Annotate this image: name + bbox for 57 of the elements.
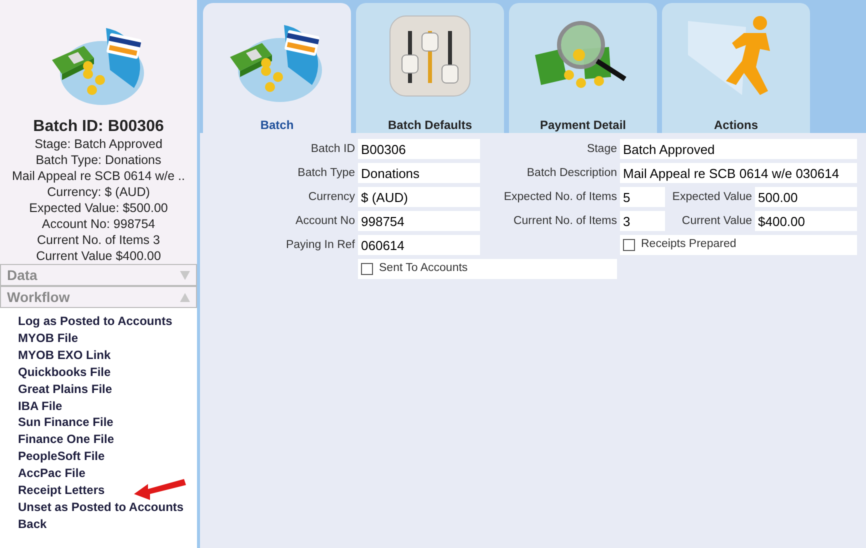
workflow-link[interactable]: MYOB File [18, 330, 78, 345]
field-label: Currency [307, 190, 355, 205]
checkbox-field[interactable]: Receipts Prepared [620, 235, 857, 255]
input-field[interactable]: 998754 [358, 211, 480, 231]
workflow-link[interactable]: IBA File [18, 398, 62, 413]
tab[interactable]: Batch Defaults [356, 3, 504, 133]
input-field[interactable]: B00306 [358, 139, 480, 159]
workflow-link[interactable]: PeopleSoft File [18, 449, 105, 464]
field-label: Expected No. of Items [502, 190, 617, 205]
summary-line: Currency: $ (AUD) [46, 184, 151, 200]
input-field[interactable]: $ (AUD) [358, 187, 480, 207]
input-field[interactable]: $400.00 [755, 211, 857, 231]
field-label: Stage [586, 142, 617, 157]
checkbox-label: Receipts Prepared [641, 237, 736, 252]
workflow-link[interactable]: Log as Posted to Accounts [18, 314, 172, 328]
tab[interactable]: Actions [662, 3, 810, 133]
field-label: Current Value [680, 214, 752, 229]
workflow-link[interactable]: Receipt Letters [18, 483, 105, 498]
workflow-link[interactable]: Great Plains File [18, 382, 112, 396]
tab[interactable]: Batch [203, 3, 351, 133]
workflow-link[interactable]: Finance One File [18, 432, 114, 446]
summary-line: Current Value $400.00 [35, 248, 162, 264]
workflow-link[interactable]: MYOB EXO Link [18, 348, 111, 362]
checkbox[interactable] [623, 239, 635, 251]
input-field[interactable]: 060614 [358, 235, 480, 255]
field-label: Expected Value [671, 190, 752, 205]
summary-line: Expected Value: $500.00 [28, 200, 169, 216]
workflow-link[interactable]: Unset as Posted to Accounts [18, 500, 184, 514]
field-label: Current No. of Items [512, 214, 617, 229]
field-label: Paying In Ref [284, 238, 355, 253]
batch-title: Batch ID: B00306 [32, 118, 165, 136]
checkbox[interactable] [361, 263, 373, 275]
field-label: Batch Type [296, 166, 355, 181]
workflow-link[interactable]: Quickbooks File [18, 364, 111, 379]
checkbox-label: Sent To Accounts [379, 261, 468, 276]
summary-line: Batch Type: Donations [34, 152, 162, 168]
expand-icon [180, 270, 190, 280]
input-field[interactable]: 500.00 [755, 187, 857, 207]
workflow-link[interactable]: Back [18, 516, 47, 531]
input-field[interactable]: Batch Approved [620, 139, 857, 159]
workflow-link[interactable]: Sun Finance File [18, 415, 114, 430]
summary-line: Current No. of Items 3 [36, 232, 161, 248]
summary-line: Account No: 998754 [40, 216, 156, 232]
input-field[interactable]: 5 [620, 187, 665, 207]
tab[interactable]: Payment Detail [509, 3, 657, 133]
field-label: Batch ID [310, 142, 355, 157]
field-label: Batch Description [526, 166, 617, 181]
input-field[interactable]: Mail Appeal re SCB 0614 w/e 030614 [620, 163, 857, 183]
collapse-icon [180, 292, 190, 302]
sliders-icon [389, 15, 471, 97]
input-field[interactable]: 3 [620, 211, 665, 231]
workflow-link[interactable]: AccPac File [18, 466, 86, 480]
summary-line: Stage: Batch Approved [34, 136, 164, 152]
checkbox-field[interactable]: Sent To Accounts [358, 259, 617, 279]
input-field[interactable]: Donations [358, 163, 480, 183]
field-label: Account No [294, 214, 355, 229]
summary-line: Mail Appeal re SCB 0614 w/e .. [10, 168, 186, 184]
